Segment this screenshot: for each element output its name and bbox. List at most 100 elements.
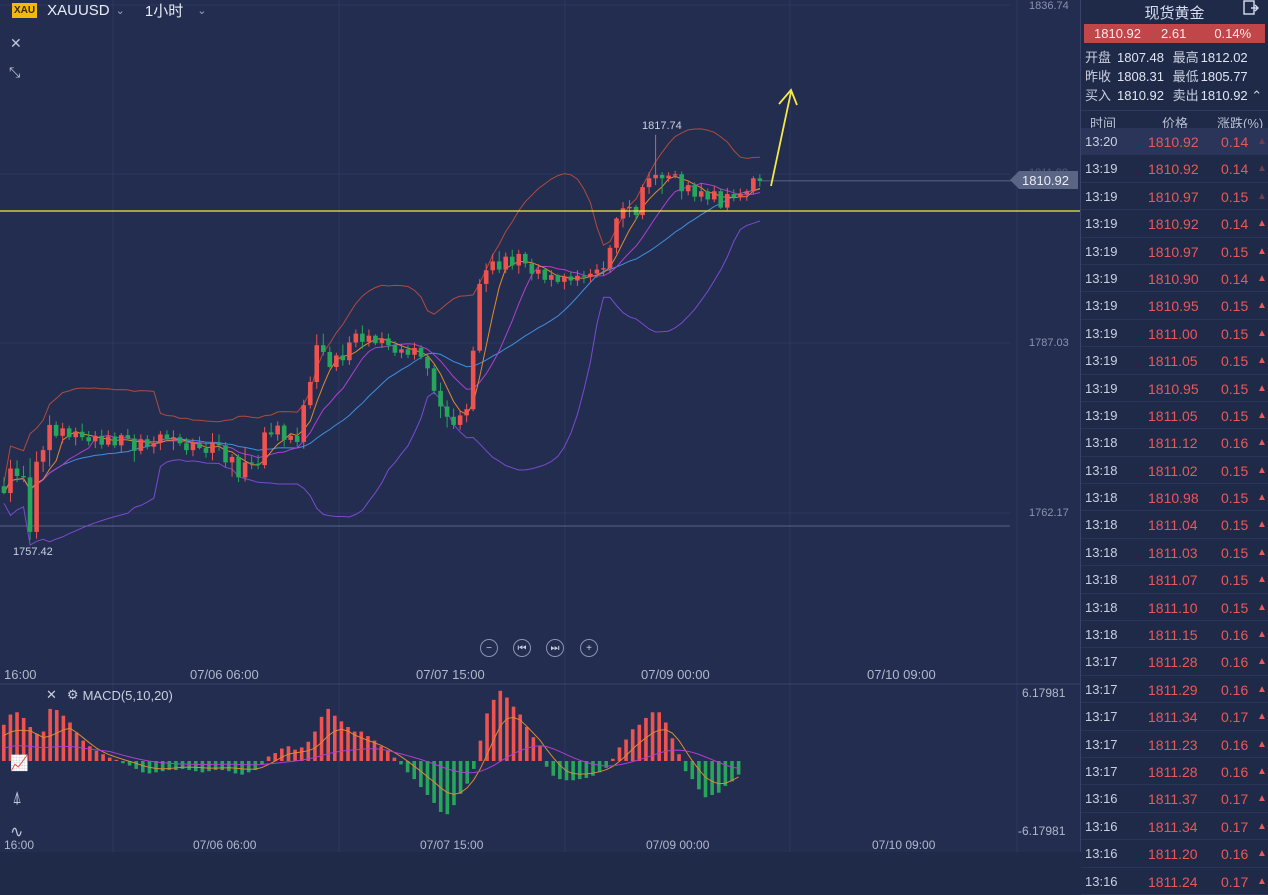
tick-row: 13:18 1811.15 0.16 ▲ [1081,621,1268,649]
chevron-down-icon[interactable]: ⌄ [197,4,206,17]
candle-body [47,424,52,451]
indicator-icon[interactable]: ∿ [10,822,23,842]
candle-body [112,436,118,446]
candle-body [1,486,7,494]
tick-list[interactable]: 13:20 1810.92 0.14 ▲ 13:19 1810.92 0.14 ▲ 13:19 1… [1081,128,1268,895]
candle-body [301,405,307,442]
tick-price: 1811.34 [1148,818,1198,835]
macd-x-axis-label: 07/07 15:00 [420,838,484,852]
tick-time: 13:20 [1085,134,1118,149]
up-arrow-icon: ▲ [1257,409,1267,421]
tick-price: 1811.03 [1148,544,1198,561]
candle-body [105,436,111,445]
candle-body [568,276,574,281]
tick-row: 13:18 1811.07 0.15 ▲ [1081,566,1268,594]
chevron-up-icon[interactable]: ⌃ [1251,88,1262,103]
macd-bar [240,761,244,775]
tick-price: 1811.05 [1148,353,1198,370]
chevron-down-icon[interactable]: ⌄ [116,4,125,17]
macd-bar [458,761,463,794]
candle-body [724,193,730,208]
low-annotation: 1757.42 [13,546,53,558]
tick-price: 1811.15 [1148,627,1198,644]
candle-body [334,355,339,368]
interval-selector[interactable]: 1小时 [145,0,183,21]
candle-body [66,428,72,438]
macd-bottom-tick: -6.17981 [1018,824,1066,838]
chart-type-icon[interactable]: 📈 [10,754,29,772]
macd-bar [207,761,211,772]
candle-body [262,432,267,466]
tick-price: 1811.29 [1148,681,1198,698]
symbol-selector[interactable]: XAUUSD [47,2,110,19]
macd-dea-line [3,745,739,774]
tick-price: 1811.02 [1148,462,1198,479]
close-icon[interactable]: ✕ [10,35,22,52]
candle-body [53,424,59,436]
tick-price: 1811.00 [1148,325,1198,342]
x-axis-label: 16:00 [4,667,37,682]
gear-icon[interactable]: ⚙ [67,687,79,703]
up-arrow-icon: ▲ [1257,793,1267,805]
candle-body [275,425,280,435]
candle-body [229,456,235,463]
candle-body [418,347,424,357]
tick-pct: 0.16 [1221,681,1249,698]
bollinger-lower-line [3,220,761,546]
close-icon[interactable]: ✕ [46,687,57,703]
tick-time: 13:18 [1085,544,1118,560]
up-arrow-icon: ▲ [1257,492,1267,504]
tick-price: 1811.28 [1148,654,1198,671]
macd-bar [174,761,178,771]
macd-bar [114,759,119,761]
candle-body [132,438,137,451]
candle-body [509,256,515,266]
macd-label: MACD(5,10,20) [82,687,173,703]
macd-bar [624,739,628,761]
macd-bar [54,710,59,761]
scroll-start-button[interactable]: ⏮ [513,639,531,657]
macd-bar [670,738,675,761]
candle-body [399,349,404,353]
x-axis-label: 07/07 15:00 [416,667,485,682]
chart-area[interactable] [0,0,1080,852]
tick-time: 13:18 [1085,490,1118,506]
macd-bar [505,697,509,761]
macd-bar [491,699,496,761]
candle-body [27,477,33,532]
collapse-icon[interactable]: ⤡ [9,64,20,81]
drawing-tool-icon[interactable]: ⍋ [12,788,22,808]
scroll-end-button[interactable]: ⏭ [546,639,564,657]
current-price-tag: 1810.92 [1010,171,1078,189]
tick-pct: 0.14 [1221,270,1249,287]
candle-body [549,275,554,280]
macd-bar [293,749,297,761]
candle-body [718,191,724,208]
macd-bar [213,761,218,771]
zoom-out-button[interactable]: − [480,639,498,657]
candle-body [464,409,469,416]
candle-body [601,268,606,270]
tick-price: 1810.98 [1148,490,1199,507]
candle-body [679,174,684,192]
macd-bar [392,757,397,761]
tick-row: 13:19 1811.05 0.15 ▲ [1081,347,1268,375]
sidebar-toggle-icon[interactable] [1243,0,1259,16]
macd-bar [154,761,158,773]
candlestick-chart[interactable] [0,0,1080,852]
macd-bar [524,727,529,761]
zoom-in-button[interactable]: + [580,639,598,657]
tick-time: 13:16 [1085,791,1118,807]
tick-time: 13:16 [1085,873,1118,889]
macd-bar [2,724,6,761]
tick-time: 13:19 [1085,325,1118,341]
symbol-badge: XAU [12,2,38,18]
candle-body [242,462,248,478]
candle-body [34,461,39,532]
tick-row: 13:19 1811.05 0.15 ▲ [1081,402,1268,430]
candle-body [738,193,743,198]
tick-row: 13:17 1811.28 0.16 ▲ [1081,758,1268,786]
tick-price: 1811.07 [1148,572,1198,589]
candle-body [431,368,437,391]
candle-body [314,345,320,382]
